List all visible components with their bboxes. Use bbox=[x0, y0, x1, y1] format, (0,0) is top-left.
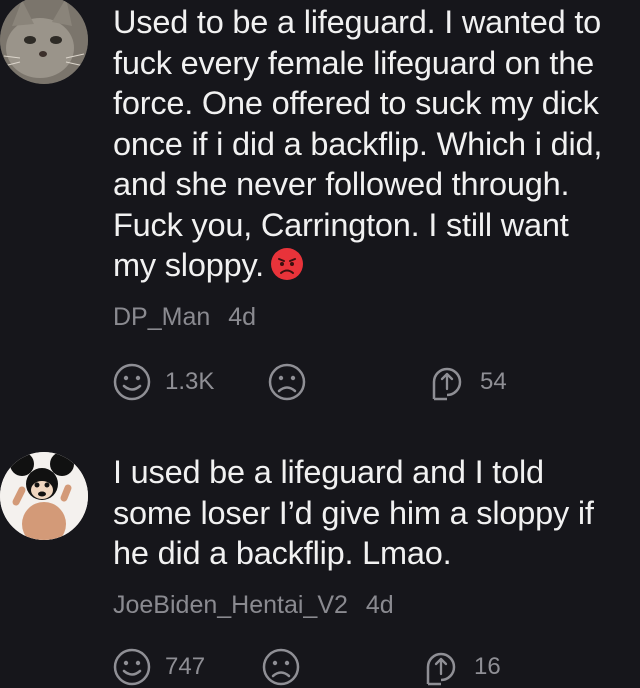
reply-count: 54 bbox=[480, 368, 507, 395]
action-bar: 1.3K 54 bbox=[0, 363, 640, 403]
frown-icon bbox=[262, 648, 300, 686]
reply-button[interactable]: 16 bbox=[422, 648, 501, 686]
reply-button[interactable]: 54 bbox=[428, 363, 507, 401]
reply-icon bbox=[426, 652, 456, 686]
smile-icon bbox=[113, 648, 151, 686]
smile-icon bbox=[113, 363, 151, 401]
avatar[interactable] bbox=[0, 0, 88, 84]
like-button[interactable]: 1.3K bbox=[113, 363, 214, 401]
action-bar: 747 16 bbox=[0, 648, 640, 688]
avatar[interactable] bbox=[0, 452, 88, 540]
reply-count: 16 bbox=[474, 653, 501, 680]
like-button[interactable]: 747 bbox=[113, 648, 205, 686]
angry-face-emoji-icon bbox=[270, 248, 303, 280]
comment-meta: JoeBiden_Hentai_V2 4d bbox=[113, 591, 394, 620]
dislike-button[interactable] bbox=[268, 363, 306, 401]
like-count: 1.3K bbox=[165, 368, 215, 395]
mouse-mask-avatar-icon bbox=[0, 452, 88, 540]
like-count: 747 bbox=[165, 653, 206, 680]
reply-icon bbox=[432, 367, 462, 401]
timestamp: 4d bbox=[228, 303, 257, 331]
dislike-button[interactable] bbox=[262, 648, 300, 686]
timestamp: 4d bbox=[365, 591, 394, 619]
author-name[interactable]: DP_Man bbox=[113, 303, 210, 331]
cat-avatar-icon bbox=[0, 0, 88, 84]
comment-text: I used be a lifeguard and I told some lo… bbox=[113, 454, 594, 571]
author-name[interactable]: JoeBiden_Hentai_V2 bbox=[113, 591, 348, 619]
frown-icon bbox=[268, 363, 306, 401]
comment-text: Used to be a lifeguard. I wanted to fuck… bbox=[113, 4, 603, 283]
comment-meta: DP_Man 4d bbox=[113, 303, 256, 332]
